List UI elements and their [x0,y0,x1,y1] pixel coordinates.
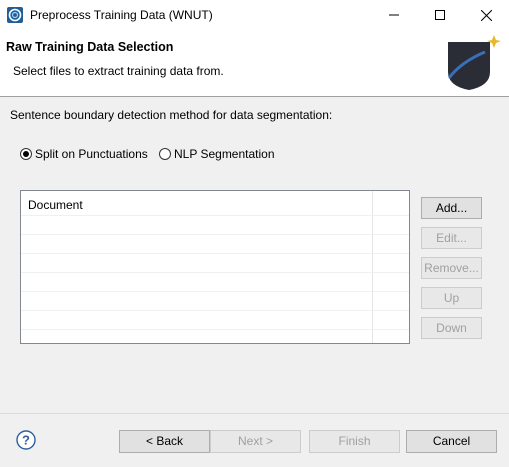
finish-button[interactable]: Finish [309,430,400,453]
down-button[interactable]: Down [421,317,482,339]
edit-button[interactable]: Edit... [421,227,482,249]
minimize-button[interactable] [371,0,417,30]
radio-split-on-punctuations[interactable]: Split on Punctuations [20,146,148,162]
table-row[interactable] [21,272,409,273]
help-icon[interactable]: ? [16,430,36,450]
radio-selected-dot [23,151,29,157]
page-title: Raw Training Data Selection [6,40,174,54]
wizard-banner-icon [443,32,503,94]
radio-circle[interactable] [159,148,171,160]
maximize-button[interactable] [417,0,463,30]
close-icon [480,9,492,21]
maximize-icon [435,10,445,20]
column-divider [372,191,373,343]
svg-text:?: ? [22,433,30,448]
close-button[interactable] [463,0,509,30]
page-description: Select files to extract training data fr… [13,64,224,78]
radio-nlp-segmentation[interactable]: NLP Segmentation [159,146,275,162]
table-row[interactable] [21,215,409,216]
minimize-icon [389,14,399,16]
next-button[interactable]: Next > [210,430,301,453]
segmentation-question: Sentence boundary detection method for d… [10,108,333,122]
add-button[interactable]: Add... [421,197,482,219]
document-table[interactable]: Document [20,190,410,344]
back-button[interactable]: < Back [119,430,210,453]
footer-divider [0,413,509,414]
column-header-document[interactable]: Document [28,198,83,212]
table-row[interactable] [21,329,409,330]
radio-label: Split on Punctuations [35,147,148,161]
table-row[interactable] [21,253,409,254]
table-row[interactable] [21,310,409,311]
radio-circle[interactable] [20,148,32,160]
table-row[interactable] [21,291,409,292]
app-icon [7,7,23,23]
radio-label: NLP Segmentation [174,147,275,161]
window-title: Preprocess Training Data (WNUT) [30,8,213,22]
up-button[interactable]: Up [421,287,482,309]
table-row[interactable] [21,234,409,235]
cancel-button[interactable]: Cancel [406,430,497,453]
remove-button[interactable]: Remove... [421,257,482,279]
